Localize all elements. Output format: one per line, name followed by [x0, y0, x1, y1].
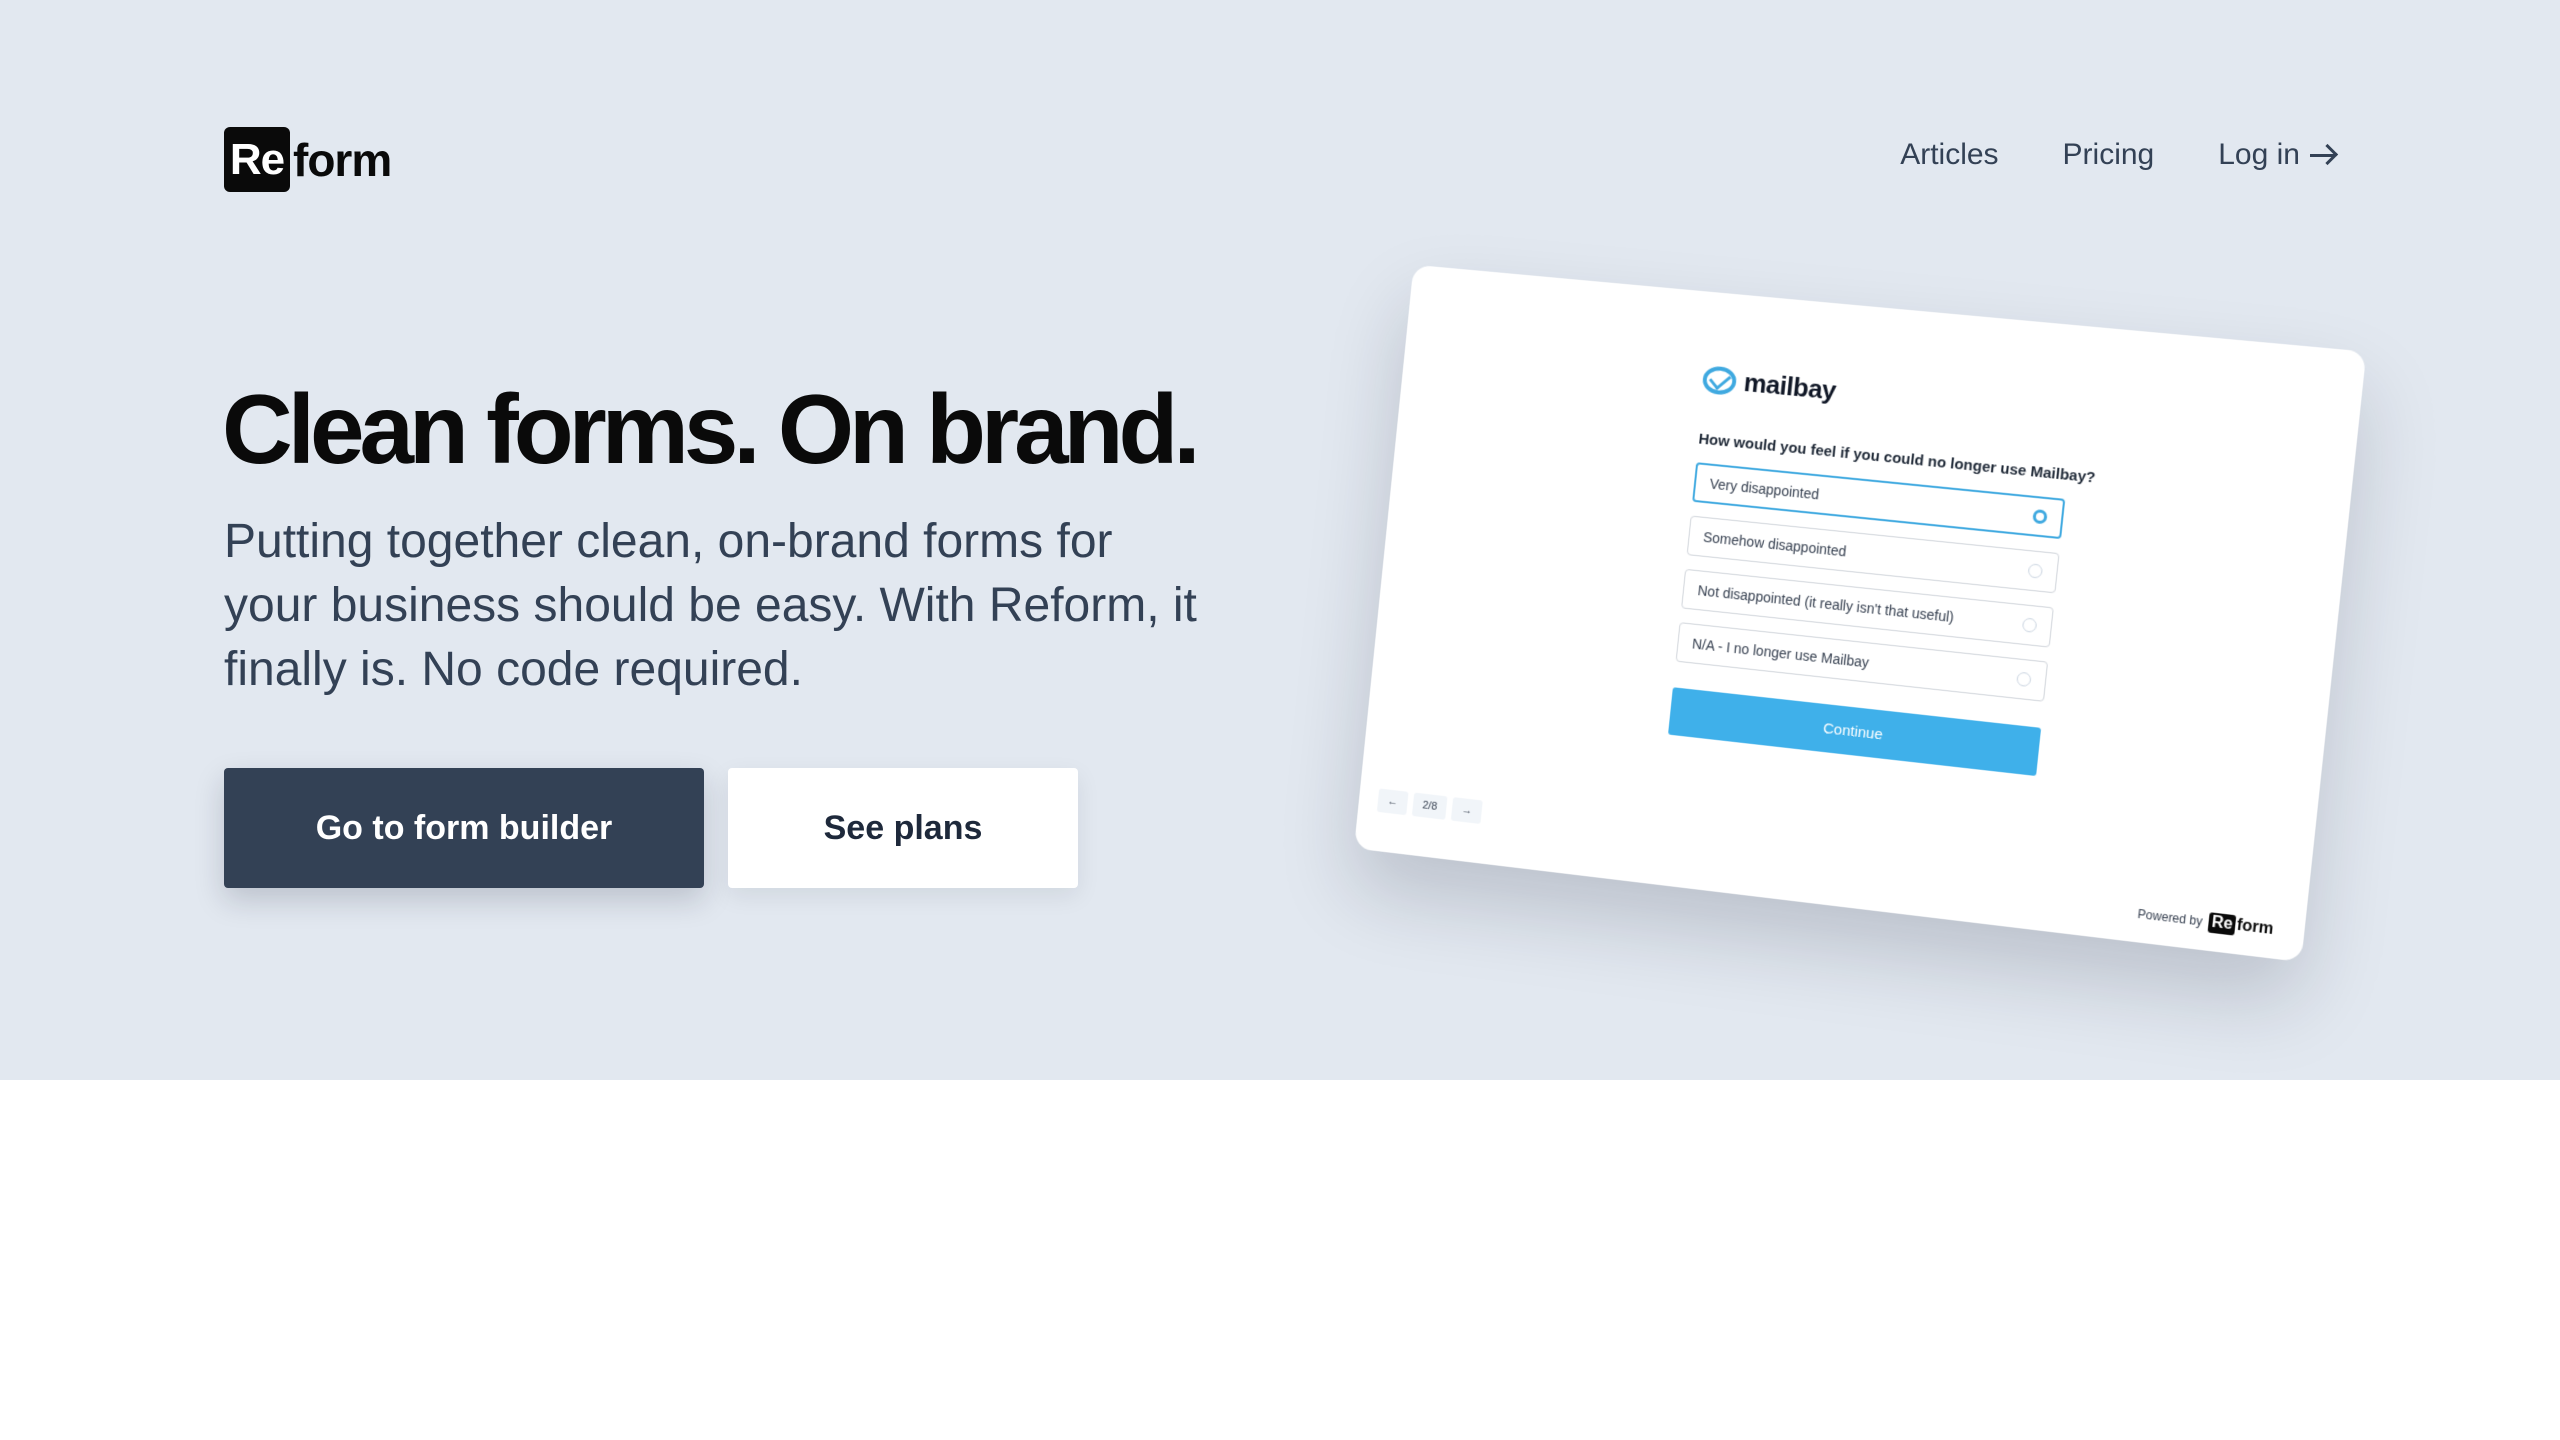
radio-icon	[2016, 671, 2032, 688]
nav-pricing-link[interactable]: Pricing	[2063, 138, 2155, 172]
option-label: Not disappointed (it really isn't that u…	[1696, 582, 1955, 626]
prev-page-icon[interactable]: ←	[1376, 788, 1409, 816]
small-logo-wordmark: form	[2235, 916, 2275, 939]
mailbay-envelope-icon	[1701, 364, 1738, 396]
radio-icon	[2027, 563, 2044, 579]
form-options: Very disappointed Somehow disappointed N…	[1674, 462, 2066, 716]
radio-selected-icon	[2032, 508, 2048, 525]
mailbay-logo: mailbay	[1701, 363, 1837, 406]
logo-wordmark: form	[293, 133, 392, 186]
logo-mark: Re	[224, 127, 290, 192]
page-indicator: 2/8	[1411, 792, 1448, 820]
mailbay-wordmark: mailbay	[1742, 367, 1838, 406]
reform-logo[interactable]: Re form	[224, 127, 392, 192]
small-logo-mark: Re	[2207, 912, 2237, 936]
form-preview-card: mailbay How would you feel if you could …	[1353, 264, 2367, 963]
powered-by-label: Powered by	[2137, 906, 2204, 929]
see-plans-button[interactable]: See plans	[728, 768, 1078, 888]
go-to-form-builder-button[interactable]: Go to form builder	[224, 768, 704, 888]
next-page-icon[interactable]: →	[1451, 797, 1484, 825]
option-label: Very disappointed	[1708, 475, 1820, 503]
reform-small-logo: Re form	[2207, 912, 2275, 940]
option-label: Somehow disappointed	[1702, 528, 1848, 560]
form-pager: ← 2/8 →	[1376, 788, 1484, 825]
hero-headline: Clean forms. On brand.	[222, 374, 1201, 484]
lower-section	[0, 1080, 2560, 1440]
powered-by-badge[interactable]: Powered by Re form	[2137, 904, 2275, 940]
option-label: N/A - I no longer use Mailbay	[1691, 635, 1870, 671]
login-label: Log in	[2218, 138, 2300, 171]
arrow-right-icon	[2310, 145, 2338, 165]
top-nav: Articles Pricing Log in	[1900, 138, 2338, 172]
hero-section: Re form Articles Pricing Log in Clean fo…	[0, 0, 2560, 1080]
nav-login-link[interactable]: Log in	[2218, 138, 2338, 172]
hero-subtext: Putting together clean, on-brand forms f…	[224, 515, 1197, 696]
radio-icon	[2021, 617, 2038, 633]
nav-articles-link[interactable]: Articles	[1900, 138, 1998, 172]
